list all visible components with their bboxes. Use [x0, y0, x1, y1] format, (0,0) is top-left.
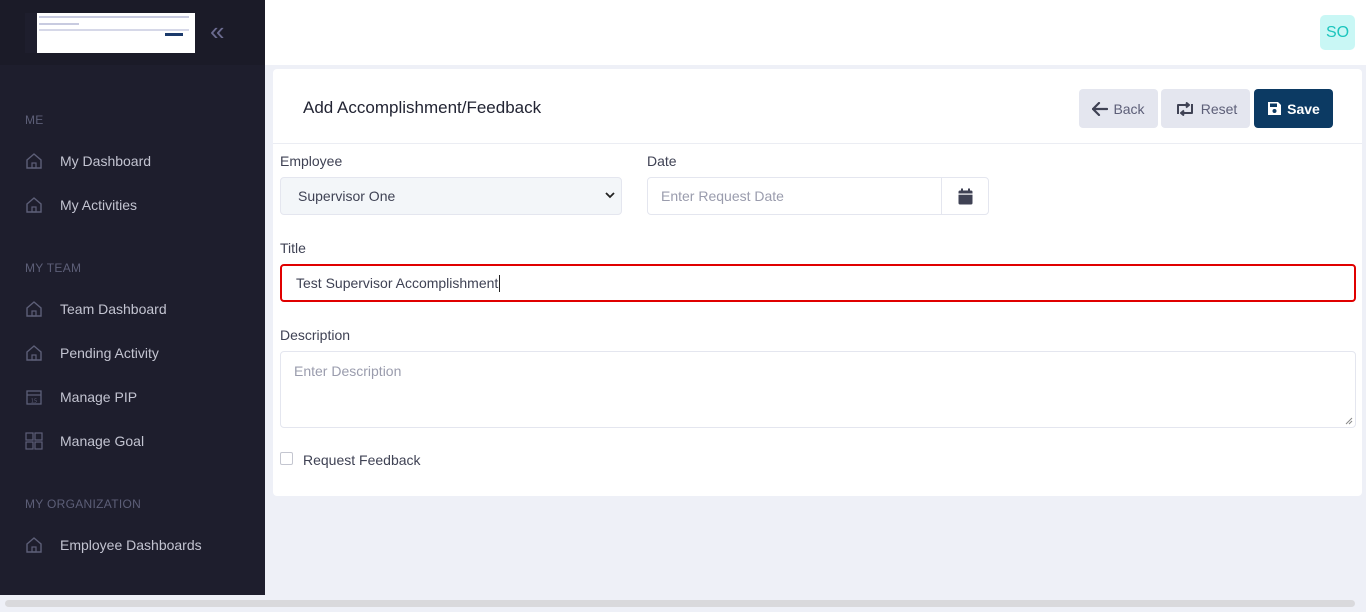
- sidebar-item-label: Team Dashboard: [60, 301, 167, 317]
- arrow-left-icon: [1092, 101, 1109, 116]
- user-avatar[interactable]: SO: [1320, 15, 1355, 50]
- home-icon: [26, 537, 42, 553]
- form-card: Add Accomplishment/Feedback Back Reset S…: [273, 69, 1362, 496]
- sidebar-item-pending-activity[interactable]: Pending Activity: [25, 342, 159, 364]
- sidebar-header: «: [0, 0, 265, 65]
- description-label: Description: [280, 327, 351, 343]
- save-button[interactable]: Save: [1254, 89, 1333, 128]
- title-input[interactable]: Test Supervisor Accomplishment: [280, 264, 1356, 302]
- reset-button-label: Reset: [1200, 100, 1238, 117]
- title-input-value: Test Supervisor Accomplishment: [296, 275, 499, 291]
- employee-label: Employee: [280, 153, 343, 169]
- section-my-team: MY TEAM: [25, 261, 82, 275]
- sidebar-item-manage-pip[interactable]: 15 Manage PIP: [25, 386, 137, 408]
- horizontal-scrollbar[interactable]: [5, 600, 1355, 607]
- calendar-icon: 15: [26, 390, 42, 405]
- section-my-organization: MY ORGANIZATION: [25, 497, 142, 511]
- svg-text:15: 15: [31, 399, 37, 405]
- reset-button[interactable]: Reset: [1161, 89, 1250, 128]
- description-textarea[interactable]: Enter Description: [280, 351, 1356, 428]
- top-header: SO: [265, 0, 1366, 65]
- home-icon: [26, 153, 42, 169]
- save-button-label: Save: [1287, 100, 1320, 117]
- text-caret: [499, 274, 501, 292]
- calendar-icon: [958, 188, 972, 204]
- sidebar-item-label: Manage PIP: [60, 389, 138, 405]
- collapse-sidebar-icon[interactable]: «: [210, 18, 232, 44]
- request-feedback-label[interactable]: Request Feedback: [303, 452, 421, 468]
- date-placeholder: Enter Request Date: [661, 188, 784, 204]
- calendar-button[interactable]: [941, 177, 989, 215]
- page-title: Add Accomplishment/Feedback: [303, 98, 542, 117]
- sidebar-item-manage-goal[interactable]: Manage Goal: [25, 430, 144, 452]
- sidebar-item-my-dashboard[interactable]: My Dashboard: [25, 150, 151, 172]
- sidebar-item-label: Manage Goal: [60, 433, 145, 449]
- employee-select-value: Supervisor One: [298, 188, 396, 204]
- home-icon: [26, 301, 42, 317]
- logo-thumbnail[interactable]: [25, 13, 195, 53]
- description-placeholder: Enter Description: [294, 363, 402, 379]
- sidebar-item-label: My Dashboard: [60, 153, 152, 169]
- employee-select[interactable]: Supervisor One: [280, 177, 622, 215]
- title-label: Title: [280, 240, 306, 256]
- resize-handle-icon[interactable]: [1345, 417, 1353, 425]
- sidebar-item-label: My Activities: [60, 197, 138, 213]
- sidebar: « ME My Dashboard My Activities MY TEAM …: [0, 0, 265, 595]
- home-icon: [26, 197, 42, 213]
- date-input[interactable]: Enter Request Date: [647, 177, 942, 215]
- sidebar-item-label: Employee Dashboards: [60, 537, 202, 553]
- request-feedback-checkbox[interactable]: [280, 452, 293, 465]
- grid-icon: [25, 432, 43, 450]
- retweet-icon: [1176, 101, 1193, 116]
- sidebar-item-label: Pending Activity: [60, 345, 159, 361]
- home-icon: [26, 345, 42, 361]
- sidebar-item-employee-dashboards[interactable]: Employee Dashboards: [25, 534, 202, 556]
- sidebar-item-my-activities[interactable]: My Activities: [25, 194, 137, 216]
- back-button-label: Back: [1113, 100, 1145, 117]
- card-header: Add Accomplishment/Feedback Back Reset S…: [273, 69, 1362, 144]
- chevron-down-icon: [605, 192, 615, 199]
- floppy-disk-icon: [1268, 102, 1282, 115]
- date-label: Date: [647, 153, 677, 169]
- section-me: ME: [25, 113, 44, 127]
- sidebar-item-team-dashboard[interactable]: Team Dashboard: [25, 298, 167, 320]
- back-button[interactable]: Back: [1079, 89, 1158, 128]
